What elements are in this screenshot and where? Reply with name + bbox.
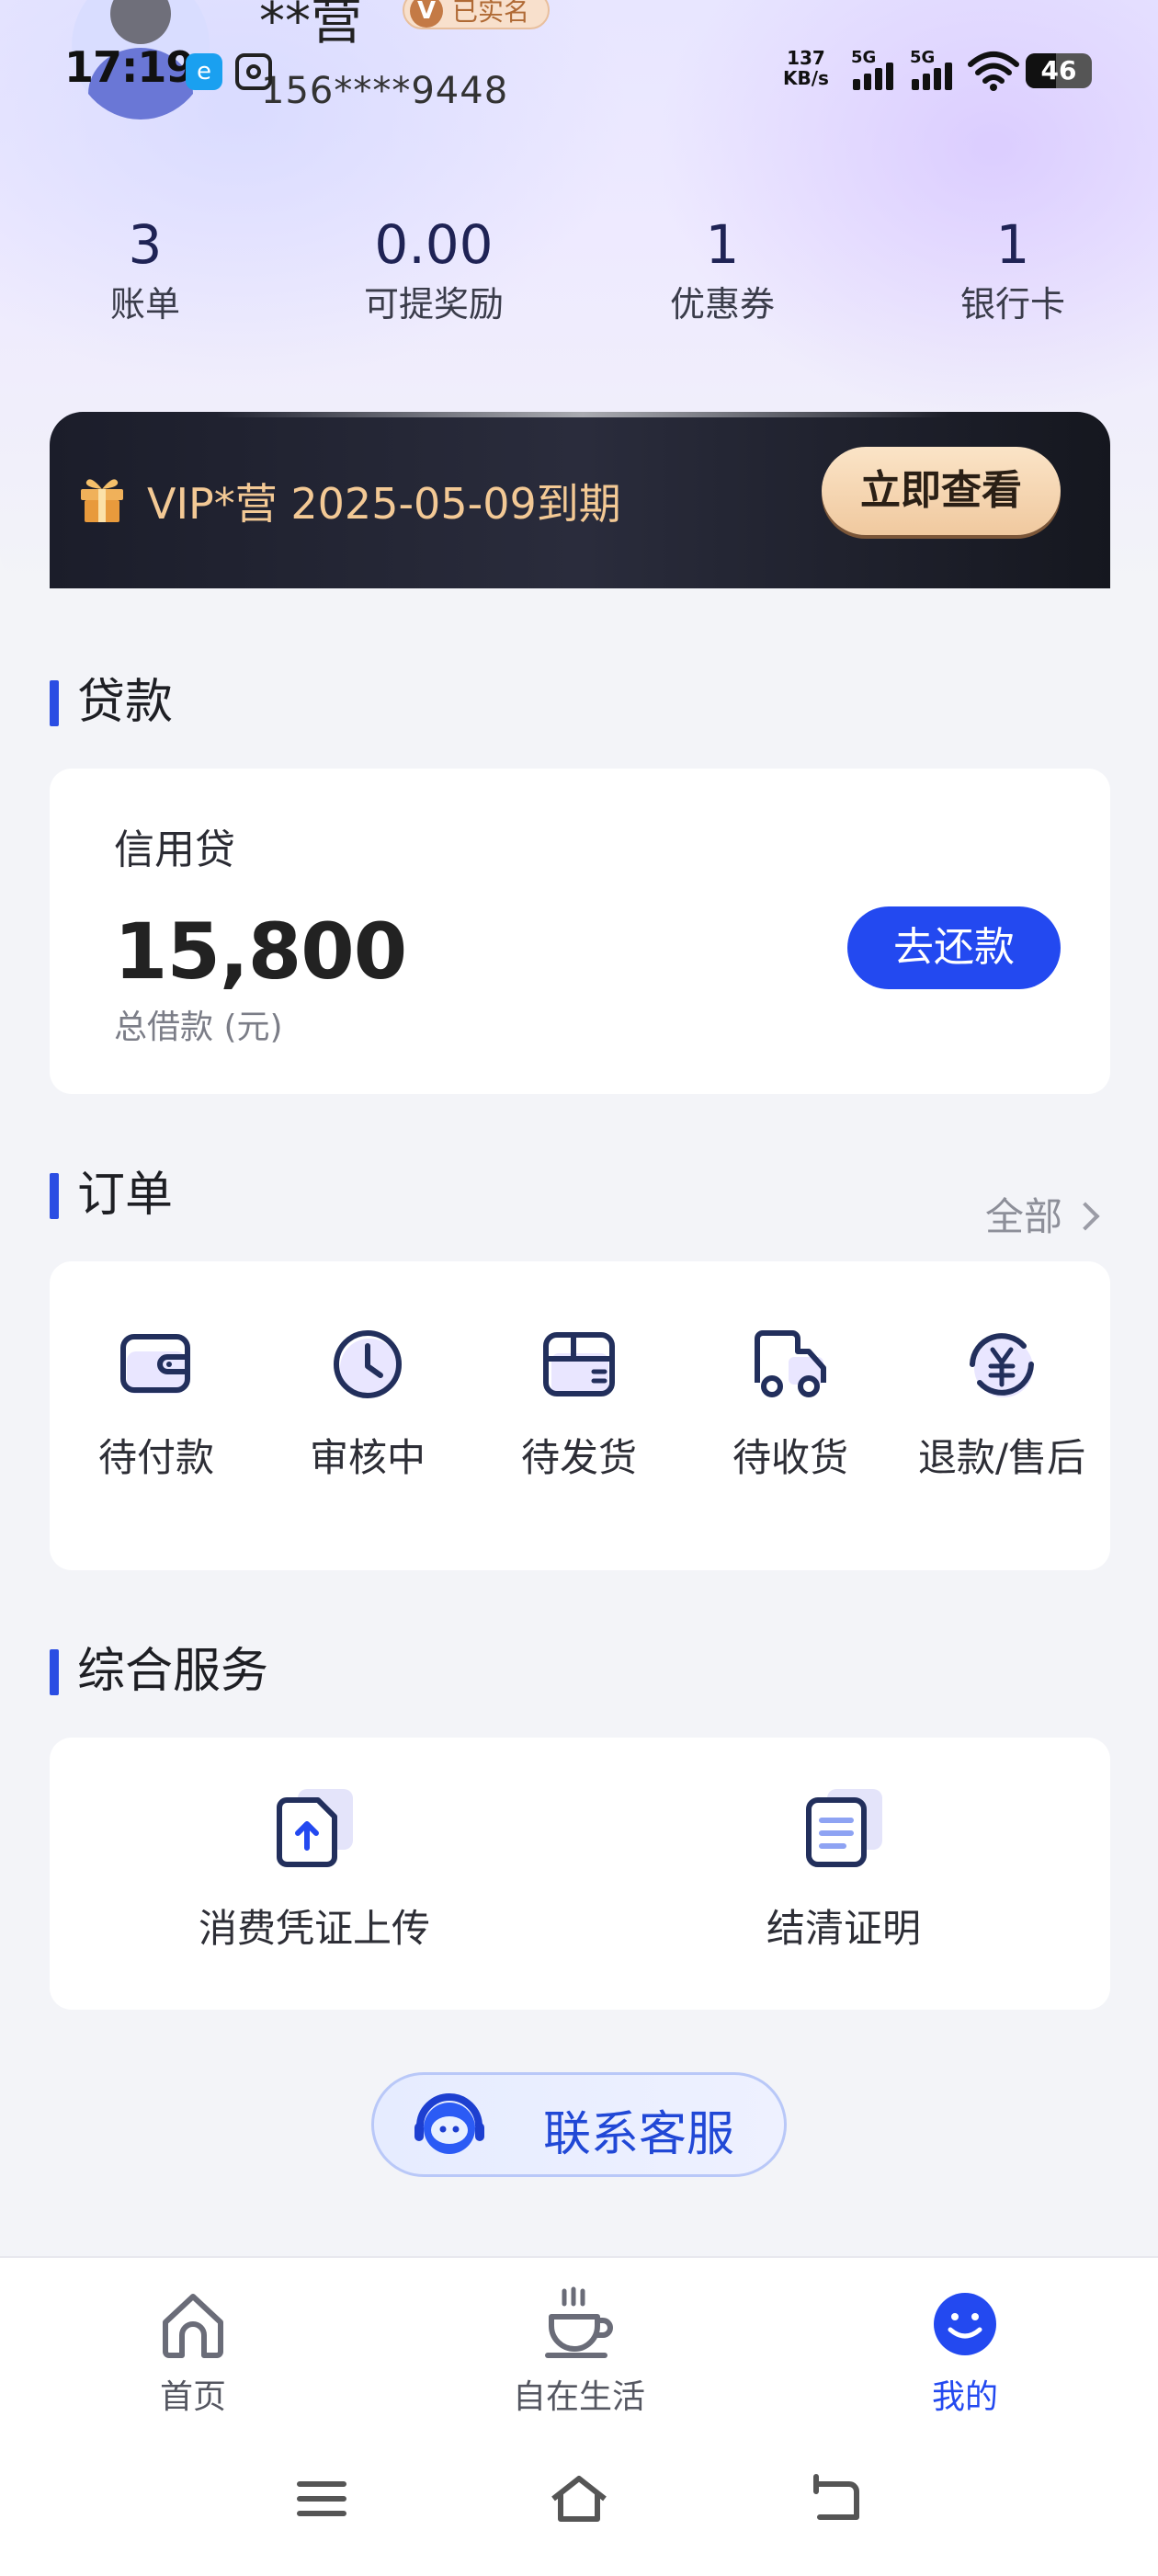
service-voucher-upload[interactable]: 消费凭证上传 [50, 1784, 579, 1954]
certificate-document-icon [806, 1789, 882, 1867]
browser-notification-icon: e [186, 53, 222, 90]
order-under-review[interactable]: 审核中 [261, 1326, 474, 1483]
upload-document-icon [277, 1789, 353, 1867]
tab-home[interactable]: 首页 [55, 2285, 331, 2418]
section-title-loan: 贷款 [50, 675, 173, 730]
wifi-icon [968, 51, 1019, 91]
order-item-label: 待付款 [97, 1435, 214, 1480]
stat-value: 0.00 [374, 213, 494, 276]
stat-value: 3 [128, 213, 163, 276]
loan-product-name: 信用贷 [114, 826, 235, 873]
tab-label: 自在生活 [512, 2378, 645, 2416]
tab-life[interactable]: 自在生活 [441, 2285, 717, 2418]
signal-5g-icon: 5G [851, 48, 899, 90]
service-item-label: 消费凭证上传 [198, 1906, 430, 1951]
home-nav-icon[interactable] [548, 2471, 610, 2526]
section-title-services: 综合服务 [50, 1644, 268, 1699]
home-icon [163, 2294, 223, 2358]
stat-coupons[interactable]: 1 优惠券 [585, 210, 860, 329]
order-pending-shipment[interactable]: 待发货 [472, 1326, 686, 1483]
stat-bank-cards[interactable]: 1 银行卡 [875, 210, 1151, 329]
signal-5g-icon: 5G [910, 48, 958, 90]
vip-expiry-text: VIP*营 2025-05-09到期 [147, 479, 621, 529]
vip-view-button[interactable]: 立即查看 [822, 447, 1061, 535]
order-refund-after-sales[interactable]: 退款/售后 [895, 1326, 1108, 1483]
chevron-right-icon [1071, 1201, 1100, 1231]
order-pending-payment[interactable]: 待付款 [50, 1326, 263, 1483]
tab-label: 我的 [931, 2378, 998, 2416]
status-time: 17:19 [64, 42, 195, 92]
verified-badge: V 已实名 [403, 0, 551, 29]
section-title-orders: 订单 [50, 1168, 173, 1223]
tab-label: 首页 [159, 2378, 226, 2416]
order-item-label: 审核中 [309, 1435, 426, 1480]
camera-notification-icon [235, 53, 272, 90]
orders-all-link[interactable]: 全部 [985, 1186, 1100, 1242]
contact-customer-service-label: 联系客服 [543, 2107, 735, 2162]
network-speed-value: 137 [787, 47, 825, 69]
bottom-tab-bar: 首页 自在生活 我的 [0, 2256, 1158, 2576]
clock-icon [334, 1330, 402, 1398]
orders-card: 待付款 审核中 待发货 待收货 退款/售后 [50, 1261, 1110, 1570]
stat-value: 1 [705, 213, 740, 276]
coffee-cup-icon [545, 2286, 613, 2358]
order-pending-delivery[interactable]: 待收货 [684, 1326, 897, 1483]
loan-amount-label: 总借款 (元) [114, 1009, 283, 1046]
verified-badge-label: 已实名 [452, 0, 530, 27]
stat-label: 优惠券 [669, 284, 775, 325]
order-item-label: 待发货 [520, 1435, 637, 1480]
tab-mine[interactable]: 我的 [827, 2285, 1103, 2418]
stat-label: 账单 [109, 284, 180, 325]
stat-label: 银行卡 [959, 284, 1065, 325]
wallet-icon [120, 1334, 190, 1394]
stat-value: 1 [995, 213, 1030, 276]
stat-rewards[interactable]: 0.00 可提奖励 [296, 210, 572, 329]
verified-icon: V [410, 0, 443, 28]
network-speed-unit: KB/s [783, 67, 829, 89]
orders-all-label: 全部 [985, 1194, 1063, 1239]
menu-nav-icon[interactable] [294, 2471, 349, 2526]
order-item-label: 退款/售后 [917, 1435, 1086, 1480]
package-icon [543, 1332, 615, 1396]
truck-icon [755, 1330, 826, 1397]
user-name: **营 [259, 0, 362, 51]
stat-bills[interactable]: 3 账单 [7, 210, 283, 329]
service-settlement-certificate[interactable]: 结清证明 [579, 1784, 1108, 1954]
stat-label: 可提奖励 [363, 284, 504, 325]
customer-service-icon [414, 2093, 484, 2154]
smiley-icon [934, 2293, 996, 2355]
user-phone: 156****9448 [261, 70, 509, 112]
vip-banner[interactable]: VIP*营 2025-05-09到期 立即查看 [50, 412, 1110, 588]
repay-button[interactable]: 去还款 [847, 906, 1061, 989]
network-speed: 137 KB/s [783, 48, 829, 88]
refund-icon [970, 1333, 1034, 1397]
loan-card[interactable]: 信用贷 15,800 总借款 (元) 去还款 [50, 769, 1110, 1094]
service-item-label: 结清证明 [766, 1906, 921, 1951]
loan-amount: 15,800 [114, 906, 407, 997]
gift-icon [81, 479, 123, 522]
services-card: 消费凭证上传 结清证明 [50, 1738, 1110, 2010]
battery-icon: 46 [1026, 53, 1092, 88]
back-nav-icon[interactable] [809, 2471, 864, 2526]
order-item-label: 待收货 [732, 1435, 848, 1480]
contact-customer-service-button[interactable]: 联系客服 [371, 2072, 787, 2177]
